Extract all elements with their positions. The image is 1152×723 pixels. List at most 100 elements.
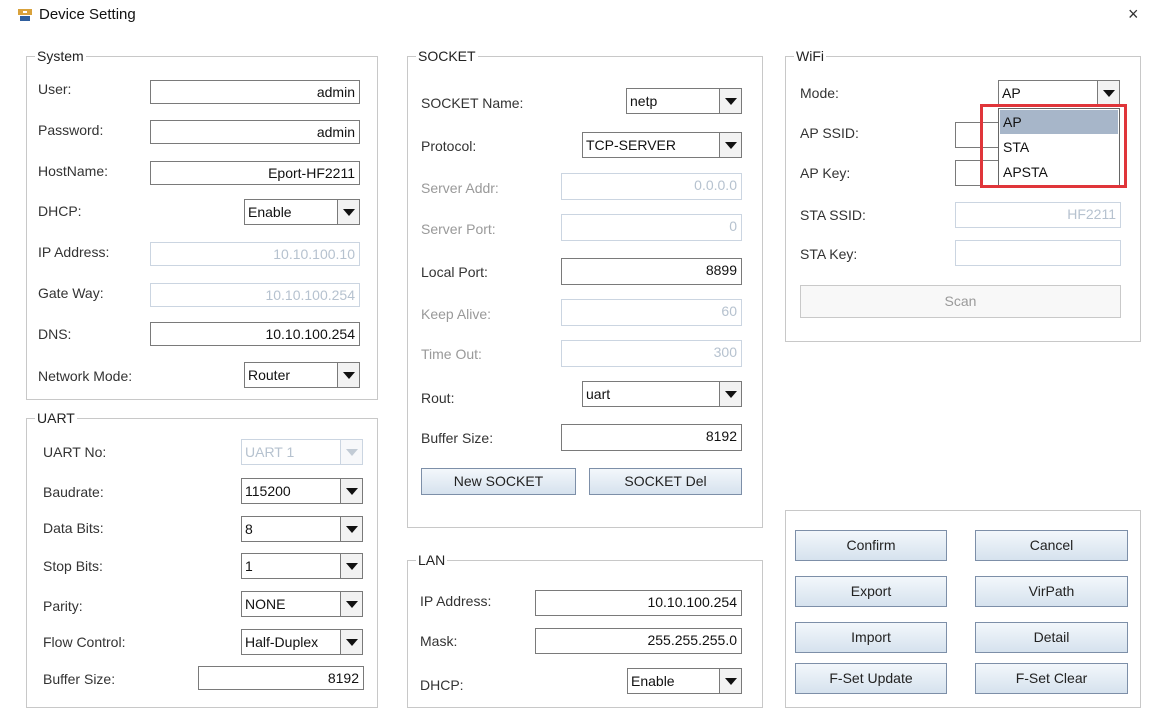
socket-del-button[interactable]: SOCKET Del xyxy=(589,468,742,495)
confirm-button[interactable]: Confirm xyxy=(795,530,947,561)
stop-bits-label: Stop Bits: xyxy=(43,558,103,574)
chevron-down-icon[interactable] xyxy=(337,363,359,387)
lan-ip-field[interactable]: 10.10.100.254 xyxy=(535,590,742,616)
lan-dhcp-select[interactable]: Enable xyxy=(627,668,742,694)
chevron-down-icon[interactable] xyxy=(340,592,362,616)
uart-buffer-field[interactable]: 8192 xyxy=(198,666,364,690)
data-bits-value: 8 xyxy=(245,521,253,537)
chevron-down-icon xyxy=(340,440,362,464)
stop-bits-select[interactable]: 1 xyxy=(241,553,363,579)
sta-ssid-label: STA SSID: xyxy=(800,207,866,223)
detail-button[interactable]: Detail xyxy=(975,622,1128,653)
system-ip-field: 10.10.100.10 xyxy=(150,242,360,266)
data-bits-select[interactable]: 8 xyxy=(241,516,363,542)
uart-no-label: UART No: xyxy=(43,444,107,460)
chevron-down-icon[interactable] xyxy=(719,133,741,157)
fset-update-button[interactable]: F-Set Update xyxy=(795,663,947,694)
socket-name-label: SOCKET Name: xyxy=(421,95,524,111)
baudrate-select[interactable]: 115200 xyxy=(241,478,363,504)
ap-ssid-label: AP SSID: xyxy=(800,125,859,141)
dropdown-option-apsta[interactable]: APSTA xyxy=(1000,160,1118,184)
chevron-down-icon[interactable] xyxy=(340,630,362,654)
chevron-down-icon[interactable] xyxy=(340,517,362,541)
wifi-mode-dropdown: AP STA APSTA xyxy=(998,108,1120,186)
virpath-button[interactable]: VirPath xyxy=(975,576,1128,607)
socket-name-value: netp xyxy=(630,93,658,109)
keep-alive-label: Keep Alive: xyxy=(421,306,492,322)
protocol-label: Protocol: xyxy=(421,138,477,154)
flow-control-label: Flow Control: xyxy=(43,634,126,650)
server-addr-field: 0.0.0.0 xyxy=(561,173,742,200)
protocol-value: TCP-SERVER xyxy=(586,137,676,153)
dropdown-option-sta[interactable]: STA xyxy=(1000,135,1118,159)
socket-name-select[interactable]: netp xyxy=(626,88,742,114)
uart-no-select: UART 1 xyxy=(241,439,363,465)
password-field[interactable]: admin xyxy=(150,120,360,144)
chevron-down-icon[interactable] xyxy=(1097,81,1119,105)
time-out-label: Time Out: xyxy=(421,346,482,362)
local-port-field[interactable]: 8899 xyxy=(561,258,742,285)
system-dhcp-select[interactable]: Enable xyxy=(244,199,360,225)
chevron-down-icon[interactable] xyxy=(719,89,741,113)
parity-select[interactable]: NONE xyxy=(241,591,363,617)
chevron-down-icon[interactable] xyxy=(719,669,741,693)
cancel-button[interactable]: Cancel xyxy=(975,530,1128,561)
lan-group-title: LAN xyxy=(416,552,448,568)
keep-alive-field: 60 xyxy=(561,299,742,326)
app-icon xyxy=(18,9,32,21)
system-group: System xyxy=(26,48,378,400)
import-button[interactable]: Import xyxy=(795,622,947,653)
system-dhcp-label: DHCP: xyxy=(38,203,82,219)
dns-label: DNS: xyxy=(38,326,72,342)
time-out-field: 300 xyxy=(561,340,742,367)
wifi-mode-label: Mode: xyxy=(800,85,839,101)
lan-mask-field[interactable]: 255.255.255.0 xyxy=(535,628,742,654)
socket-buffer-label: Buffer Size: xyxy=(421,430,494,446)
protocol-select[interactable]: TCP-SERVER xyxy=(582,132,742,158)
server-port-label: Server Port: xyxy=(421,221,496,237)
title-bar: Device Setting × xyxy=(0,0,1152,30)
baudrate-label: Baudrate: xyxy=(43,484,104,500)
lan-dhcp-label: DHCP: xyxy=(420,677,464,693)
flow-control-select[interactable]: Half-Duplex xyxy=(241,629,363,655)
wifi-mode-select[interactable]: AP xyxy=(998,80,1120,106)
dns-field[interactable]: 10.10.100.254 xyxy=(150,322,360,346)
chevron-down-icon[interactable] xyxy=(337,200,359,224)
system-ip-label: IP Address: xyxy=(38,244,110,260)
wifi-mode-value: AP xyxy=(1002,85,1021,101)
new-socket-button[interactable]: New SOCKET xyxy=(421,468,576,495)
dropdown-option-ap[interactable]: AP xyxy=(1000,110,1118,134)
parity-label: Parity: xyxy=(43,598,83,614)
rout-select[interactable]: uart xyxy=(582,381,742,407)
chevron-down-icon[interactable] xyxy=(719,382,741,406)
flow-control-value: Half-Duplex xyxy=(245,634,319,650)
socket-buffer-field[interactable]: 8192 xyxy=(561,424,742,451)
gateway-field: 10.10.100.254 xyxy=(150,283,360,307)
lan-ip-label: IP Address: xyxy=(420,593,492,609)
system-dhcp-value: Enable xyxy=(248,204,292,220)
server-addr-label: Server Addr: xyxy=(421,180,499,196)
password-label: Password: xyxy=(38,122,104,138)
uart-no-value: UART 1 xyxy=(245,444,295,460)
hostname-label: HostName: xyxy=(38,163,109,179)
hostname-field[interactable]: Eport-HF2211 xyxy=(150,161,360,185)
scan-button: Scan xyxy=(800,285,1121,318)
fset-clear-button[interactable]: F-Set Clear xyxy=(975,663,1128,694)
socket-group-title: SOCKET xyxy=(416,48,478,64)
stop-bits-value: 1 xyxy=(245,558,253,574)
network-mode-value: Router xyxy=(248,367,291,383)
parity-value: NONE xyxy=(245,596,286,612)
gateway-label: Gate Way: xyxy=(38,285,104,301)
user-field[interactable]: admin xyxy=(150,80,360,104)
lan-mask-label: Mask: xyxy=(420,633,458,649)
close-icon[interactable]: × xyxy=(1128,4,1139,25)
lan-dhcp-value: Enable xyxy=(631,673,675,689)
network-mode-select[interactable]: Router xyxy=(244,362,360,388)
user-label: User: xyxy=(38,81,72,97)
baudrate-value: 115200 xyxy=(245,483,291,499)
chevron-down-icon[interactable] xyxy=(340,554,362,578)
chevron-down-icon[interactable] xyxy=(340,479,362,503)
sta-ssid-field: HF2211 xyxy=(955,202,1121,228)
export-button[interactable]: Export xyxy=(795,576,947,607)
local-port-label: Local Port: xyxy=(421,264,488,280)
